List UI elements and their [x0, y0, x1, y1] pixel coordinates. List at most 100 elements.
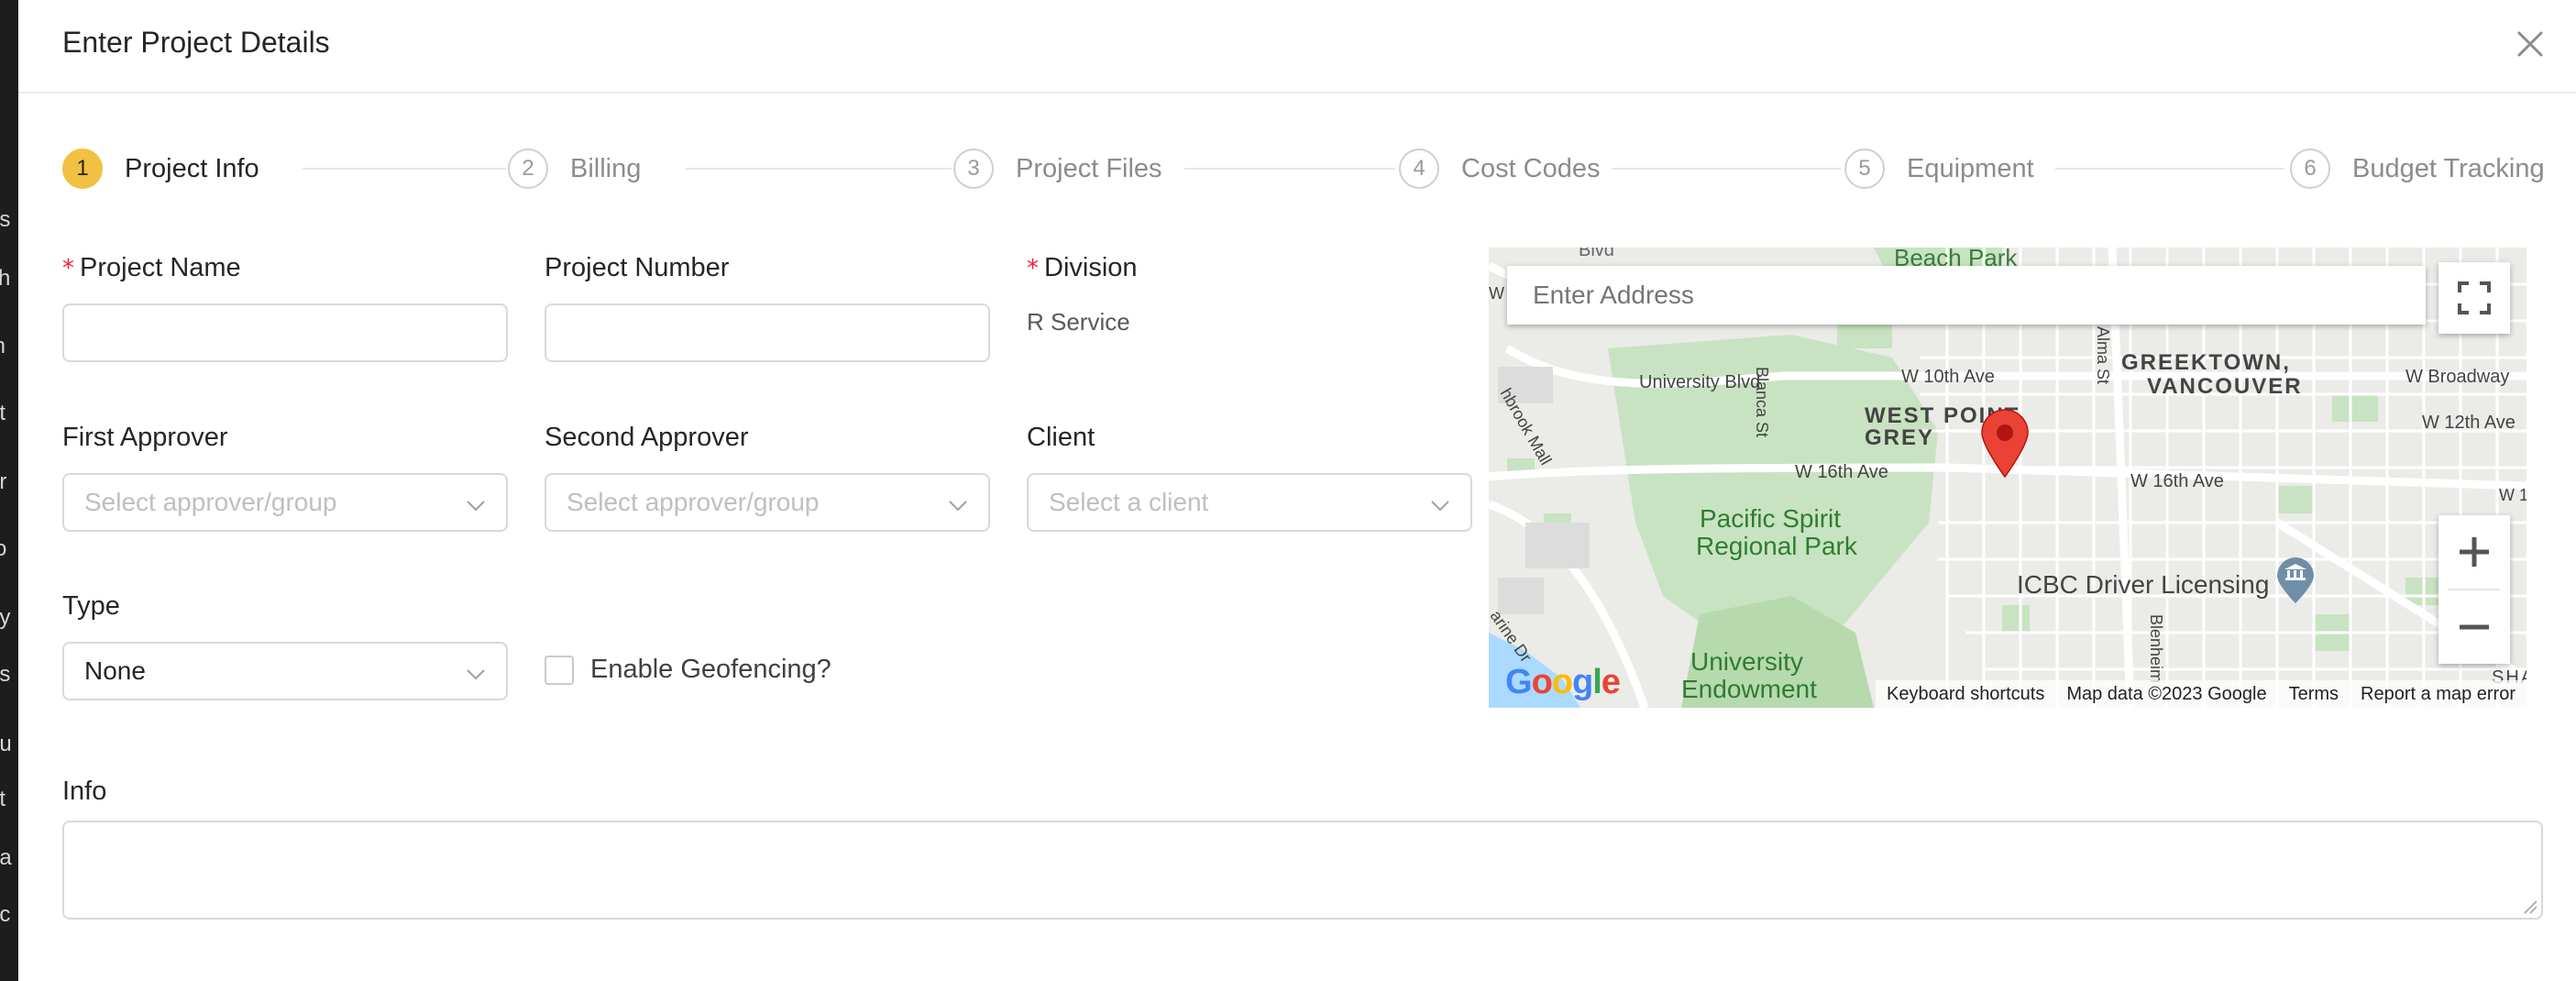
background-nav-fragment: ro — [0, 536, 7, 561]
client-label: Client — [1027, 423, 1095, 452]
map-address-search[interactable] — [1507, 266, 2426, 325]
map-label: University — [1690, 647, 1803, 676]
map-label: GREY — [1865, 425, 1935, 450]
fullscreen-button[interactable] — [2438, 262, 2510, 334]
map-label: W 10th Ave — [1901, 367, 1995, 387]
fullscreen-icon — [2458, 281, 2491, 314]
project-name-input[interactable] — [62, 303, 508, 362]
map-label: W Broadway — [2405, 367, 2510, 387]
map-label: Blvd — [1579, 248, 1614, 260]
required-mark: * — [62, 255, 74, 282]
background-nav-fragment: or — [0, 469, 7, 494]
map-label: ICBC Driver Licensing — [2017, 570, 2270, 599]
map-label: Alma St — [2094, 326, 2112, 385]
close-icon — [2517, 31, 2543, 57]
map-label: Regional Park — [1696, 532, 1857, 560]
required-mark: * — [1027, 255, 1039, 282]
step-project-info[interactable]: 1 Project Info — [62, 145, 259, 193]
step-connector — [1184, 168, 1395, 170]
project-details-modal: Enter Project Details 1 Project Info 2 B… — [18, 0, 2576, 981]
report-map-error-link[interactable]: Report a map error — [2350, 684, 2526, 705]
terms-link[interactable]: Terms — [2278, 684, 2350, 705]
background-app-sidebar: r as ch m at or ro ay os qu at oa oc — [0, 0, 18, 981]
select-placeholder: Select a client — [1049, 488, 1209, 516]
keyboard-shortcuts-link[interactable]: Keyboard shortcuts — [1876, 684, 2055, 705]
background-nav-fragment: qu — [0, 732, 12, 756]
project-number-input[interactable] — [545, 303, 990, 362]
type-select[interactable]: None — [62, 642, 508, 700]
step-label: Cost Codes — [1461, 153, 1601, 183]
step-label: Project Info — [125, 153, 259, 183]
chevron-down-icon — [467, 669, 485, 680]
step-equipment[interactable]: 5 Equipment — [1844, 145, 2034, 193]
step-number: 5 — [1844, 149, 1885, 189]
step-project-files[interactable]: 3 Project Files — [953, 145, 1162, 193]
step-budget-tracking[interactable]: 6 Budget Tracking — [2290, 145, 2545, 193]
chevron-down-icon — [467, 501, 485, 512]
map-label: VANCOUVER — [2147, 374, 2303, 399]
second-approver-select[interactable]: Select approver/group — [545, 473, 990, 532]
government-building-icon — [2277, 557, 2314, 603]
map[interactable]: Beach Park Blvd GREEKTOWN, VANCOUVER W B… — [1489, 248, 2526, 708]
geofencing-checkbox-wrapper[interactable]: Enable Geofencing? — [545, 655, 831, 685]
background-nav-fragment: oa — [0, 845, 12, 870]
step-connector — [303, 168, 506, 170]
info-label: Info — [62, 777, 107, 806]
map-label: W 16th Ave — [1795, 462, 1888, 482]
background-nav-fragment: m — [0, 334, 6, 359]
info-textarea[interactable] — [62, 821, 2543, 920]
close-button[interactable] — [2510, 24, 2550, 64]
step-label: Budget Tracking — [2352, 153, 2545, 183]
first-approver-label: First Approver — [62, 423, 228, 452]
step-label: Project Files — [1016, 153, 1162, 183]
map-data-attribution: Map data ©2023 Google — [2066, 683, 2267, 704]
zoom-in-button[interactable] — [2438, 515, 2510, 589]
location-marker-icon[interactable] — [1980, 409, 2030, 479]
step-number: 4 — [1399, 149, 1439, 189]
select-value: None — [84, 656, 146, 685]
zoom-out-button[interactable] — [2438, 590, 2510, 664]
background-nav-fragment: ay — [0, 605, 11, 630]
select-placeholder: Select approver/group — [567, 488, 820, 516]
resize-handle-icon[interactable] — [2523, 899, 2537, 914]
modal-header: Enter Project Details — [18, 0, 2576, 94]
steps-progress: 1 Project Info 2 Billing 3 Project Files… — [62, 145, 2545, 193]
step-label: Equipment — [1907, 153, 2034, 183]
background-nav-fragment: os — [0, 662, 11, 687]
chevron-down-icon — [949, 501, 967, 512]
client-select[interactable]: Select a client — [1027, 473, 1472, 532]
modal-title: Enter Project Details — [62, 26, 330, 59]
first-approver-select[interactable]: Select approver/group — [62, 473, 508, 532]
second-approver-label: Second Approver — [545, 423, 749, 452]
step-billing[interactable]: 2 Billing — [508, 145, 641, 193]
project-name-label-text: Project Name — [80, 253, 241, 282]
geofencing-checkbox[interactable] — [545, 655, 574, 685]
step-connector — [686, 168, 952, 170]
geofencing-label: Enable Geofencing? — [590, 655, 831, 684]
plus-icon — [2460, 537, 2489, 567]
division-label: * Division — [1027, 253, 1138, 283]
step-number: 1 — [62, 149, 103, 189]
chevron-down-icon — [1431, 501, 1449, 512]
step-number: 3 — [953, 149, 994, 189]
map-label: Blenheim — [2147, 614, 2165, 684]
background-nav-fragment: as — [0, 207, 11, 232]
map-label: W 16th Ave — [2130, 471, 2224, 491]
map-footer: Keyboard shortcuts Map data ©2023 Google… — [1876, 680, 2526, 708]
background-nav-fragment: oc — [0, 902, 11, 927]
select-placeholder: Select approver/group — [84, 488, 337, 516]
step-cost-codes[interactable]: 4 Cost Codes — [1399, 145, 1601, 193]
project-name-label: * Project Name — [62, 253, 241, 283]
map-label: Blanca St — [1753, 367, 1771, 438]
background-nav-fragment: at — [0, 401, 6, 425]
division-label-text: Division — [1044, 253, 1138, 282]
step-connector — [2055, 168, 2284, 170]
step-label: Billing — [570, 153, 642, 183]
map-label: Endowment — [1681, 675, 1817, 703]
type-label: Type — [62, 591, 120, 621]
background-nav-fragment: ch — [0, 266, 11, 291]
map-label: Pacific Spirit — [1700, 504, 1842, 533]
map-address-input[interactable] — [1531, 280, 2360, 311]
project-number-label: Project Number — [545, 253, 730, 282]
map-label: W 16 — [2499, 486, 2526, 504]
